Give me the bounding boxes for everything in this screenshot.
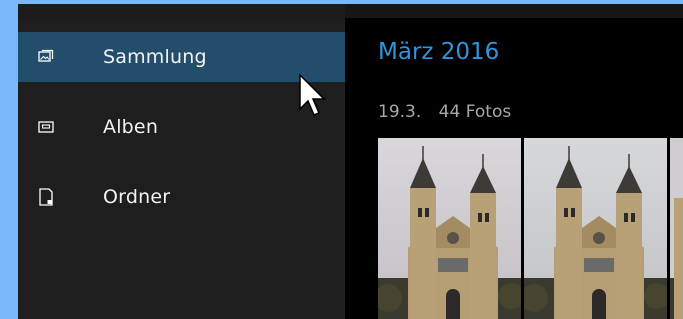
sidebar-item-label: Ordner [103, 186, 171, 208]
church-photo-thumbnail [524, 138, 667, 319]
folder-icon [38, 188, 54, 206]
photo-thumbnail[interactable] [378, 138, 521, 319]
title-bar[interactable] [18, 4, 683, 18]
photo-thumbnail[interactable] [670, 138, 683, 319]
sidebar-item-label: Alben [103, 116, 159, 138]
content-area: März 2016 19.3. 44 Fotos [345, 18, 683, 319]
church-photo-thumbnail [670, 138, 683, 319]
date-group-header: 19.3. 44 Fotos [378, 102, 523, 122]
date-label: 19.3. [378, 102, 422, 122]
sidebar: Sammlung Alben Ordner [18, 18, 345, 319]
sidebar-item-alben[interactable]: Alben [18, 102, 345, 152]
sidebar-item-ordner[interactable]: Ordner [18, 172, 345, 222]
photo-thumbnail[interactable] [524, 138, 667, 319]
church-photo-thumbnail [378, 138, 521, 319]
month-heading[interactable]: März 2016 [378, 39, 499, 65]
sidebar-item-sammlung[interactable]: Sammlung [18, 32, 345, 82]
sidebar-item-label: Sammlung [103, 46, 207, 68]
album-icon [38, 119, 54, 135]
photo-collection-icon [38, 49, 54, 65]
photo-count: 44 Fotos [438, 102, 512, 122]
photos-app-window: Sammlung Alben Ordner März 2016 19.3. 44… [18, 4, 683, 319]
mouse-cursor-icon [299, 73, 326, 116]
title-bar-right [345, 4, 683, 18]
